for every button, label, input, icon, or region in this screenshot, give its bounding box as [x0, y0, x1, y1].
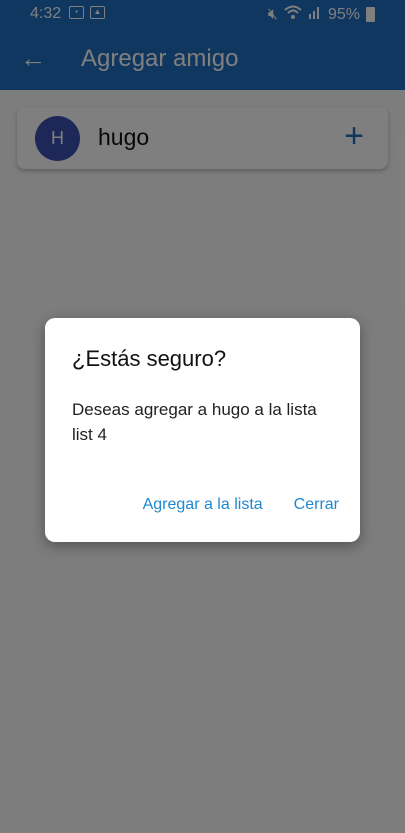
- add-to-list-button[interactable]: Agregar a la lista: [143, 496, 263, 514]
- dialog-title: ¿Estás seguro?: [72, 346, 227, 371]
- confirm-dialog: ¿Estás seguro? Deseas agregar a hugo a l…: [45, 318, 360, 542]
- dialog-actions: Agregar a la lista Cerrar: [143, 496, 339, 514]
- dialog-message: Deseas agregar a hugo a la lista list 4: [72, 400, 317, 444]
- close-button[interactable]: Cerrar: [294, 496, 339, 514]
